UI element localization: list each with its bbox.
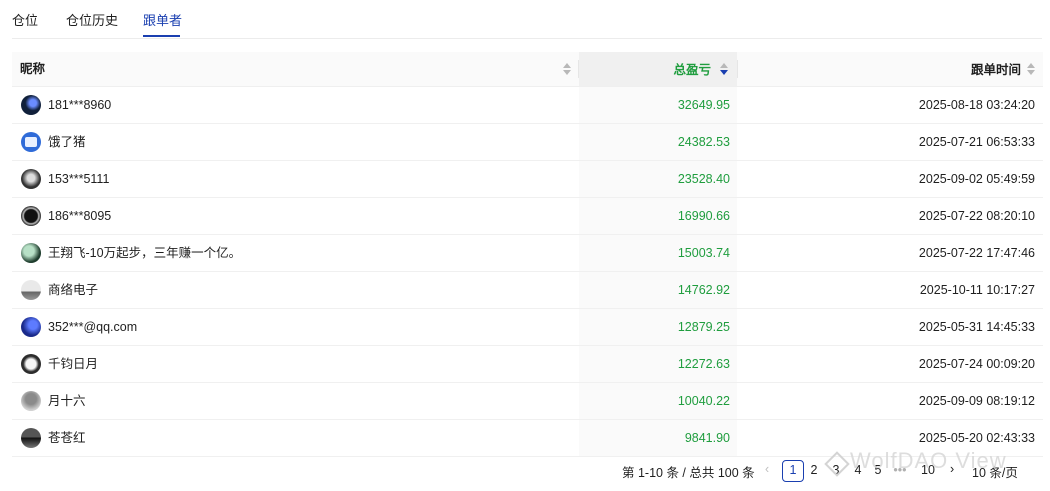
- pagination-total: 第 1-10 条 / 总共 100 条: [622, 466, 755, 480]
- total-pnl: 10040.22: [677, 394, 730, 408]
- nickname: 181***8960: [48, 98, 112, 112]
- table-row[interactable]: 186***8095 16990.66 2025-07-22 08:20:10: [12, 198, 1043, 235]
- nickname: 186***8095: [48, 209, 112, 223]
- table-row[interactable]: 王翔飞-10万起步，三年赚一个亿。 15003.74 2025-07-22 17…: [12, 235, 1043, 272]
- nickname: 商络电子: [48, 283, 99, 297]
- avatar: [21, 317, 41, 337]
- followers-table: 昵称 总盈亏 跟单时间 181***8960 32649.95 2025-08-…: [12, 52, 1043, 457]
- avatar: [21, 428, 41, 448]
- table-row[interactable]: 千钧日月 12272.63 2025-07-24 00:09:20: [12, 346, 1043, 383]
- follow-time: 2025-05-31 14:45:33: [918, 320, 1035, 334]
- tab-position-history[interactable]: 仓位历史: [66, 10, 118, 29]
- prev-page-icon[interactable]: ‹: [765, 462, 769, 476]
- column-label-nickname: 昵称: [20, 62, 46, 76]
- sort-desc-icon[interactable]: [720, 63, 728, 75]
- column-label-pnl: 总盈亏: [673, 63, 711, 77]
- sort-icon[interactable]: [563, 63, 571, 75]
- nickname: 153***5111: [48, 172, 110, 186]
- sort-icon[interactable]: [1027, 63, 1035, 75]
- nickname: 月十六: [48, 394, 86, 408]
- follow-time: 2025-08-18 03:24:20: [918, 98, 1035, 112]
- avatar: [21, 280, 41, 300]
- table-row[interactable]: 153***5111 23528.40 2025-09-02 05:49:59: [12, 161, 1043, 198]
- avatar: [21, 391, 41, 411]
- table-row[interactable]: 181***8960 32649.95 2025-08-18 03:24:20: [12, 87, 1043, 124]
- column-header-nickname[interactable]: 昵称: [20, 52, 45, 86]
- column-header-pnl[interactable]: 总盈亏: [579, 52, 737, 86]
- nickname: 352***@qq.com: [48, 320, 138, 334]
- total-pnl: 15003.74: [677, 246, 730, 260]
- nickname: 苍苍红: [48, 431, 86, 445]
- follow-time: 2025-07-22 08:20:10: [918, 209, 1035, 223]
- table-row[interactable]: 月十六 10040.22 2025-09-09 08:19:12: [12, 383, 1043, 420]
- follow-time: 2025-10-11 10:17:27: [919, 283, 1035, 297]
- table-row[interactable]: 饿了猪 24382.53 2025-07-21 06:53:33: [12, 124, 1043, 161]
- tab-positions[interactable]: 仓位: [12, 10, 38, 29]
- total-pnl: 12879.25: [677, 320, 730, 334]
- avatar: [21, 354, 41, 374]
- follow-time: 2025-09-02 05:49:59: [918, 172, 1035, 186]
- page-2-button[interactable]: 2: [804, 460, 824, 480]
- total-pnl: 24382.53: [677, 135, 730, 149]
- avatar: [21, 132, 41, 152]
- active-tab-indicator: [143, 35, 180, 37]
- table-row[interactable]: 商络电子 14762.92 2025-10-11 10:17:27: [12, 272, 1043, 309]
- follow-time: 2025-09-09 08:19:12: [918, 394, 1035, 408]
- avatar: [21, 169, 41, 189]
- follow-time: 2025-07-24 00:09:20: [918, 357, 1035, 371]
- watermark: WolfDAO View: [850, 448, 1007, 473]
- column-label-follow-time: 跟单时间: [970, 63, 1021, 77]
- table-row[interactable]: 352***@qq.com 12879.25 2025-05-31 14:45:…: [12, 309, 1043, 346]
- total-pnl: 16990.66: [677, 209, 730, 223]
- nickname: 饿了猪: [48, 135, 86, 149]
- total-pnl: 14762.92: [677, 283, 730, 297]
- tabs-bar: 仓位 仓位历史 跟单者: [12, 0, 1042, 39]
- total-pnl: 9841.90: [684, 431, 730, 445]
- total-pnl: 32649.95: [677, 98, 730, 112]
- avatar: [21, 243, 41, 263]
- follow-time: 2025-07-21 06:53:33: [918, 135, 1035, 149]
- nickname: 王翔飞-10万起步，三年赚一个亿。: [48, 246, 242, 260]
- column-header-follow-time[interactable]: 跟单时间: [738, 52, 1035, 86]
- nickname: 千钧日月: [48, 357, 99, 371]
- total-pnl: 12272.63: [677, 357, 730, 371]
- tab-followers[interactable]: 跟单者: [143, 10, 182, 29]
- page-1-button[interactable]: 1: [782, 460, 804, 482]
- total-pnl: 23528.40: [677, 172, 730, 186]
- follow-time: 2025-07-22 17:47:46: [918, 246, 1035, 260]
- avatar: [21, 206, 41, 226]
- table-header: 昵称 总盈亏 跟单时间: [12, 52, 1043, 87]
- avatar: [21, 95, 41, 115]
